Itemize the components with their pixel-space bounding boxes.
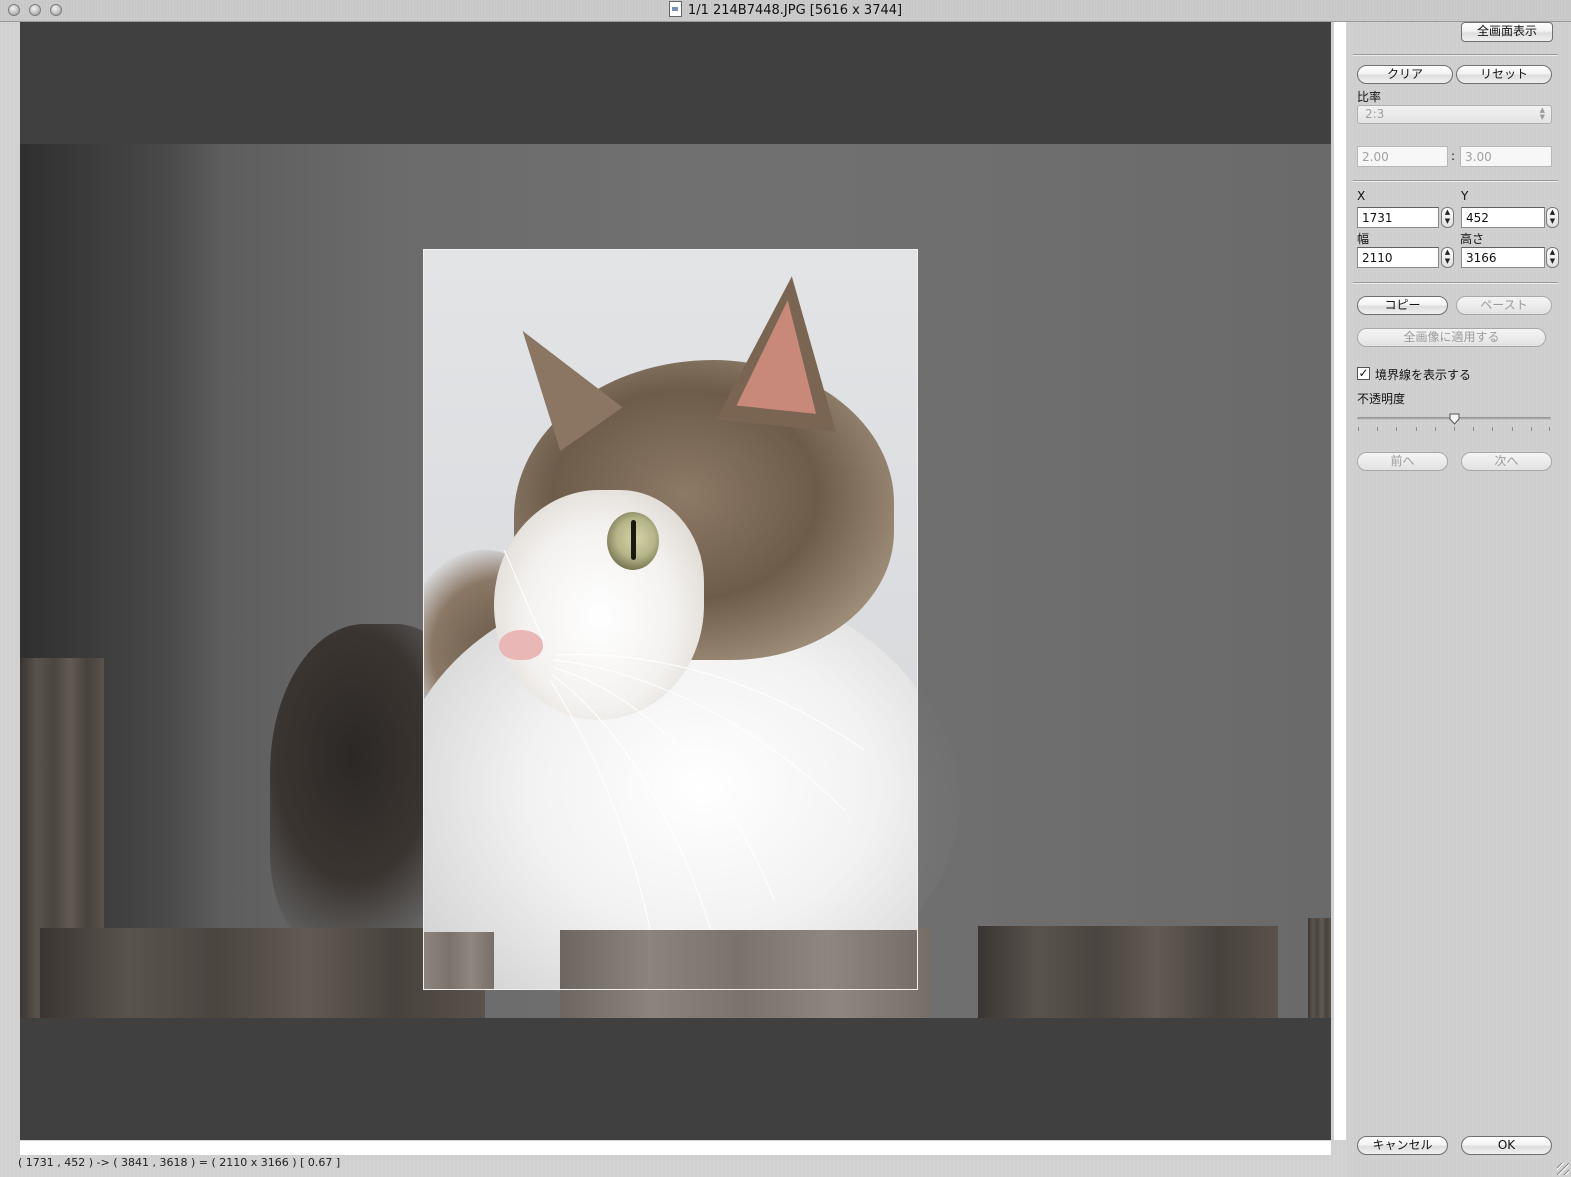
slider-tick [1512,427,1513,431]
photo-canvas [20,144,1331,1018]
y-stepper-arrows-icon[interactable]: ▲ ▼ [1546,207,1559,228]
crop-fence-right [560,930,917,989]
show-border-checkbox[interactable]: ✓ [1357,367,1370,380]
slider-tick [1492,427,1493,431]
slider-tick [1549,427,1550,431]
copy-button[interactable]: コピー [1357,296,1448,315]
slider-tick [1377,427,1378,431]
ratio-width-input[interactable] [1357,146,1448,167]
x-stepper-arrows-icon[interactable]: ▲ ▼ [1441,207,1454,228]
opacity-label: 不透明度 [1357,392,1406,406]
status-readout: ( 1731 , 452 ) -> ( 3841 , 3618 ) = ( 21… [18,1156,341,1169]
ratio-select[interactable]: 2:3 ▲ ▼ [1357,105,1552,124]
slider-tick [1396,427,1397,431]
document-icon [668,1,682,17]
paste-button[interactable]: ペースト [1456,296,1552,315]
select-arrows-icon: ▲ ▼ [1539,106,1545,121]
slider-tick [1473,427,1474,431]
horizontal-scrollbar[interactable] [20,1140,1331,1155]
y-input[interactable] [1461,207,1545,228]
fence-board-left [40,928,485,1018]
control-panel [1347,22,1571,1177]
show-border-label: 境界線を表示する [1375,368,1472,382]
slider-tick [1454,427,1455,431]
reset-button[interactable]: リセット [1456,65,1552,84]
image-viewer[interactable] [20,22,1331,1140]
separator [1353,282,1558,283]
crop-fence-left [424,932,494,989]
height-input[interactable] [1461,247,1545,268]
fence-post-right [1308,918,1331,1018]
slider-tick [1531,427,1532,431]
width-stepper-arrows-icon[interactable]: ▲ ▼ [1441,247,1454,268]
cancel-button[interactable]: キャンセル [1357,1136,1448,1155]
ratio-separator: : [1451,149,1456,163]
fullscreen-button[interactable]: 全画面表示 [1461,22,1553,42]
slider-tick [1416,427,1417,431]
ok-button[interactable]: OK [1461,1136,1552,1155]
ratio-select-value: 2:3 [1365,107,1385,121]
resize-grip-icon[interactable] [1557,1163,1569,1175]
window-title: 1/1 214B7448.JPG [5616 x 3744] [687,3,903,18]
width-label: 幅 [1357,232,1370,246]
fence-board-right [978,926,1278,1018]
window-title-container: 1/1 214B7448.JPG [5616 x 3744] [0,0,1571,21]
y-label: Y [1461,189,1469,203]
title-bar: 1/1 214B7448.JPG [5616 x 3744] [0,0,1571,22]
slider-tick [1435,427,1436,431]
clear-button[interactable]: クリア [1357,65,1453,84]
x-input[interactable] [1357,207,1439,228]
next-button[interactable]: 次へ [1461,452,1552,471]
x-label: X [1357,189,1366,203]
cat-whiskers [503,549,865,951]
height-label: 高さ [1460,232,1485,246]
separator [1353,54,1558,55]
slider-thumb-icon[interactable] [1449,413,1460,425]
separator [1353,180,1558,181]
check-icon: ✓ [1358,366,1369,380]
width-input[interactable] [1357,247,1439,268]
vertical-scrollbar[interactable] [1333,22,1346,1140]
previous-button[interactable]: 前へ [1357,452,1448,471]
ratio-label: 比率 [1357,90,1382,104]
crop-selection[interactable] [424,250,917,989]
ratio-height-input[interactable] [1460,146,1552,167]
apply-all-button[interactable]: 全画像に適用する [1357,328,1546,347]
slider-tick [1358,427,1359,431]
height-stepper-arrows-icon[interactable]: ▲ ▼ [1546,247,1559,268]
